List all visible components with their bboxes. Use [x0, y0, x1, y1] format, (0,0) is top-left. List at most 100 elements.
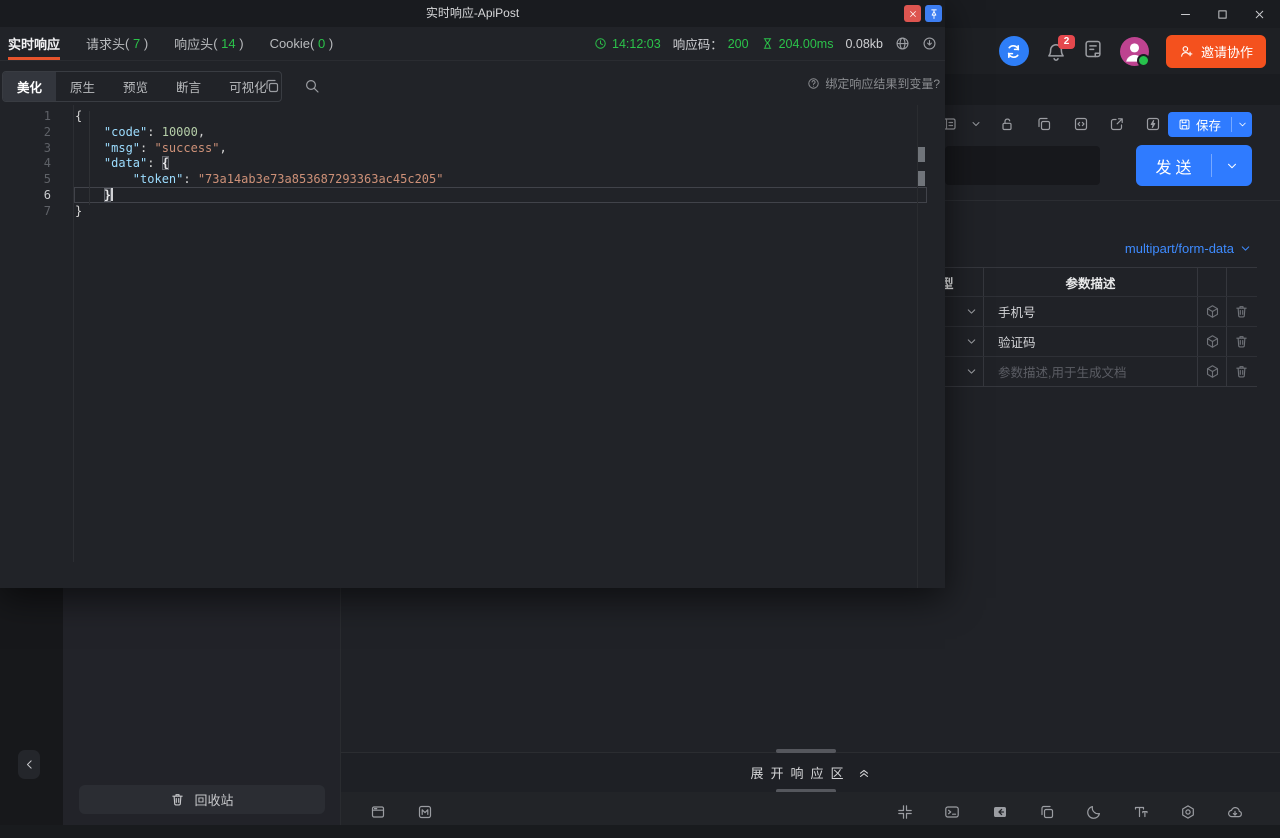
editor-line-2[interactable]: 2 "code": 10000,: [0, 125, 945, 141]
trash-cell[interactable]: [1227, 327, 1256, 356]
terminal-icon[interactable]: [944, 804, 960, 820]
settings-icon[interactable]: [1180, 804, 1196, 820]
notes-button[interactable]: [1083, 39, 1103, 64]
cube-cell[interactable]: [1198, 327, 1227, 356]
close-window-button[interactable]: [904, 5, 921, 22]
save-dropdown[interactable]: [1232, 119, 1252, 130]
copy-response-icon[interactable]: [264, 78, 280, 94]
hourglass-icon: [761, 37, 774, 50]
param-desc-cell[interactable]: 参数描述,用于生成文档: [984, 357, 1198, 386]
chevron-down-icon: [965, 335, 978, 348]
cube-icon: [1205, 364, 1220, 379]
chevron-down-icon[interactable]: [970, 118, 982, 130]
send-dropdown[interactable]: [1212, 159, 1252, 173]
sync-button[interactable]: [998, 36, 1029, 66]
cloud-download-icon[interactable]: [1227, 804, 1243, 820]
invite-label: 邀请协作: [1200, 44, 1253, 60]
response-json-editor[interactable]: 1{2 "code": 10000, 3 "msg": "success", 4 "…: [0, 105, 945, 588]
bind-hint-label: 绑定响应结果到变量?: [825, 76, 940, 91]
line-number: 6: [43, 187, 51, 202]
cube-cell[interactable]: [1198, 297, 1227, 326]
line-number: 4: [43, 156, 51, 171]
response-window-titlebar[interactable]: 实时响应-ApiPost: [0, 0, 945, 27]
view-tab-美化[interactable]: 美化: [3, 72, 57, 101]
editor-line-1[interactable]: 1{: [0, 109, 945, 125]
param-desc-cell[interactable]: 手机号: [984, 297, 1198, 326]
trash-cell[interactable]: [1227, 297, 1256, 326]
search-response-icon[interactable]: [304, 78, 320, 94]
globe-icon[interactable]: [895, 36, 910, 51]
body-type-label: multipart/form-data: [1124, 240, 1234, 256]
response-tab-请求头[interactable]: 请求头( 7 ): [86, 27, 148, 60]
browser-icon[interactable]: [370, 804, 386, 820]
response-view-row: 美化 原生 预览 断言 可视化 绑定响应结果到变量?: [0, 61, 945, 105]
editor-line-3[interactable]: 3 "msg": "success",: [0, 141, 945, 157]
xmark-icon[interactable]: [1253, 8, 1266, 21]
invite-collaborate-button[interactable]: 邀请协作: [1165, 34, 1266, 68]
save-icon: [1178, 118, 1191, 131]
params-table: 型 参数描述 手机号 验证码 参数描述,用于生成文档: [936, 267, 1257, 387]
collapse-sidebar-button[interactable]: [18, 750, 40, 779]
share-icon[interactable]: [1109, 116, 1125, 132]
url-input[interactable]: [945, 146, 1100, 185]
expand-label: 展开响应区: [750, 766, 851, 781]
desc-column-header: 参数描述: [984, 268, 1198, 296]
editor-line-6[interactable]: 6 }: [0, 187, 945, 204]
view-tab-原生[interactable]: 原生: [56, 72, 109, 101]
chevron-down-icon: [1239, 242, 1252, 255]
response-tab-Cookie[interactable]: Cookie( 0 ): [270, 27, 334, 60]
unlock-icon[interactable]: [999, 116, 1015, 132]
view-tab-断言[interactable]: 断言: [162, 72, 215, 101]
recycle-label: 回收站: [194, 793, 234, 808]
recycle-bin-button[interactable]: 回收站: [79, 785, 325, 814]
maximize-icon[interactable]: [1216, 8, 1229, 21]
chevron-down-icon: [965, 365, 978, 378]
code-square-icon[interactable]: [1073, 116, 1089, 132]
online-status-dot: [1136, 53, 1150, 67]
window-controls: [1179, 0, 1274, 28]
chevrons-up-icon: [857, 766, 871, 780]
minimize-icon[interactable]: [1179, 8, 1192, 21]
chevron-down-icon: [1237, 119, 1248, 130]
response-tab-响应头[interactable]: 响应头( 14 ): [174, 27, 243, 60]
copy-icon[interactable]: [1036, 116, 1052, 132]
bind-result-hint[interactable]: 绑定响应结果到变量?: [807, 61, 940, 105]
collapse-icon[interactable]: [897, 804, 913, 820]
text-size-icon[interactable]: [1133, 804, 1149, 820]
cube-cell[interactable]: [1198, 357, 1227, 386]
response-tab-实时响应[interactable]: 实时响应: [8, 27, 61, 60]
line-number: 3: [43, 140, 51, 155]
response-status: 14:12:03 响应码： 200 204.00ms 0.08kb: [594, 27, 937, 60]
moon-icon[interactable]: [1086, 804, 1102, 820]
editor-line-4[interactable]: 4 "data": {: [0, 156, 945, 172]
save-label: 保存: [1195, 119, 1221, 133]
markdown-icon[interactable]: [417, 804, 433, 820]
bottom-toolbar: [341, 792, 1280, 825]
body-type-selector[interactable]: multipart/form-data: [1020, 239, 1252, 257]
bolt-icon[interactable]: [1145, 116, 1161, 132]
cube-icon: [1205, 334, 1220, 349]
save-button[interactable]: 保存: [1168, 112, 1252, 137]
param-desc-cell[interactable]: 验证码: [984, 327, 1198, 356]
download-icon[interactable]: [922, 36, 937, 51]
apipost-app: 2 邀请协作 保存 发送 multipart/form-data 型 参数描述 …: [0, 0, 1280, 838]
response-code: 200: [727, 36, 749, 51]
view-tab-预览[interactable]: 预览: [109, 72, 162, 101]
param-row: 参数描述,用于生成文档: [937, 356, 1257, 386]
pin-window-button[interactable]: [925, 5, 942, 22]
sync-icon: [1005, 43, 1022, 60]
avatar[interactable]: [1119, 36, 1150, 67]
copy-icon[interactable]: [1039, 804, 1055, 820]
drag-handle[interactable]: [776, 749, 836, 753]
trash-icon: [1234, 364, 1249, 379]
response-window-title: 实时响应-ApiPost: [425, 6, 520, 20]
editor-line-7[interactable]: 7}: [0, 204, 945, 220]
notifications-button[interactable]: 2: [1046, 35, 1075, 62]
trash-cell[interactable]: [1227, 357, 1256, 386]
response-time: 14:12:03: [612, 36, 661, 51]
clock-icon: [594, 37, 607, 50]
editor-line-5[interactable]: 5 "token": "73a14ab3e73a853687293363ac45…: [0, 172, 945, 188]
box-arrow-icon[interactable]: [992, 804, 1008, 820]
expand-response-bar[interactable]: 展开响应区: [341, 752, 1280, 792]
send-button[interactable]: 发送: [1136, 145, 1252, 186]
